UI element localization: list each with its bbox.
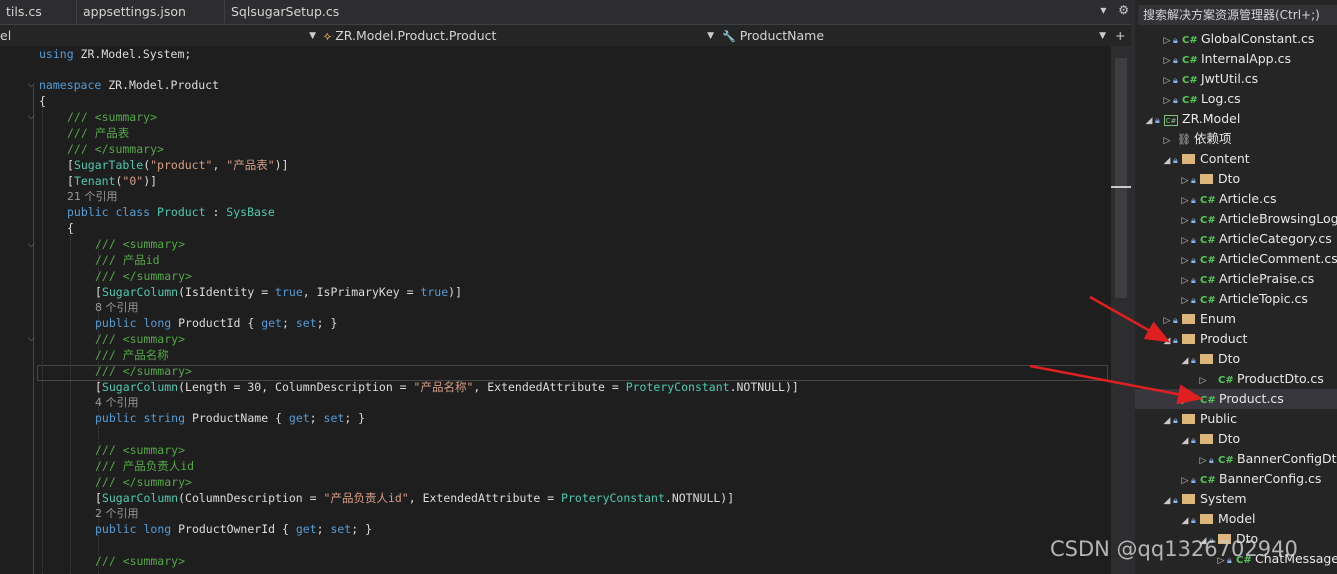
arrow-to-product-cs xyxy=(1029,364,1203,405)
csdn-watermark: CSDN @qq1326702940 xyxy=(1050,537,1298,561)
arrow-to-product-folder xyxy=(1089,295,1171,343)
annotation-arrows xyxy=(1029,295,1203,405)
